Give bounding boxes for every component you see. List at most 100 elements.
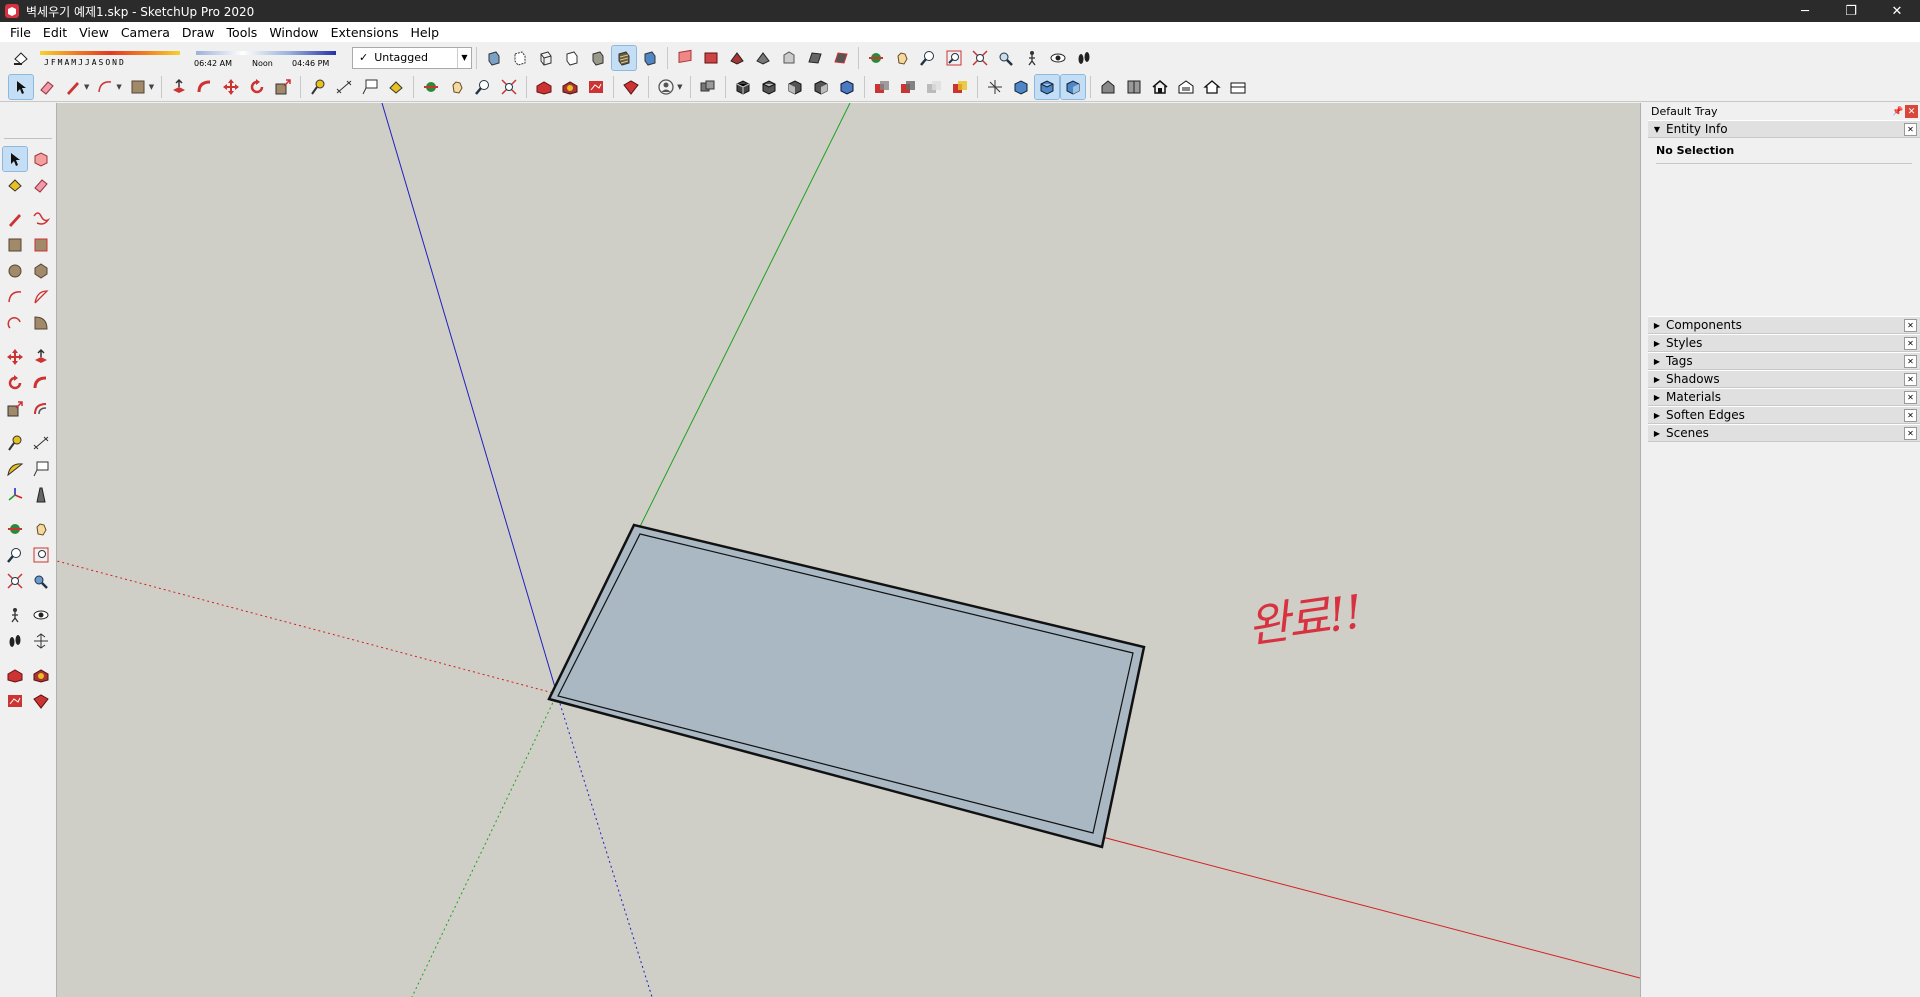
panel-entity-info[interactable]: ▼ Entity Info ✕ bbox=[1648, 120, 1920, 138]
arc-icon[interactable] bbox=[93, 75, 117, 99]
polygon-icon[interactable] bbox=[29, 259, 53, 283]
panel-materials[interactable]: ▶ Materials ✕ bbox=[1648, 388, 1920, 406]
standard-view-top-icon[interactable] bbox=[1033, 74, 1060, 100]
extension-manager-icon[interactable] bbox=[619, 75, 643, 99]
line-pencil-icon[interactable] bbox=[61, 75, 85, 99]
panel-shadows[interactable]: ▶ Shadows ✕ bbox=[1648, 370, 1920, 388]
close-icon[interactable]: ✕ bbox=[1904, 390, 1917, 404]
text-label-icon[interactable] bbox=[29, 457, 53, 481]
follow-me-icon[interactable] bbox=[29, 371, 53, 395]
pin-icon[interactable]: 📌 bbox=[1891, 107, 1905, 117]
select-arrow-icon[interactable] bbox=[8, 74, 34, 100]
pan-icon[interactable] bbox=[445, 75, 469, 99]
close-icon[interactable]: ✕ bbox=[1904, 408, 1917, 422]
extension-warehouse-icon[interactable] bbox=[29, 663, 53, 687]
orbit-icon[interactable] bbox=[864, 46, 888, 70]
orbit-icon[interactable] bbox=[419, 75, 443, 99]
panel-scenes[interactable]: ▶ Scenes ✕ bbox=[1648, 424, 1920, 442]
zoom-extents-icon[interactable] bbox=[497, 75, 521, 99]
section-fill-icon[interactable] bbox=[725, 46, 749, 70]
menu-camera[interactable]: Camera bbox=[115, 25, 176, 40]
panel-components[interactable]: ▶ Components ✕ bbox=[1648, 316, 1920, 334]
panel-styles[interactable]: ▶ Styles ✕ bbox=[1648, 334, 1920, 352]
share-model-icon[interactable] bbox=[3, 689, 27, 713]
orbit-icon[interactable] bbox=[3, 517, 27, 541]
section-cut-icon[interactable] bbox=[699, 46, 723, 70]
restore-button[interactable]: ❐ bbox=[1828, 0, 1874, 22]
chevron-down-icon[interactable]: ▼ bbox=[457, 47, 471, 68]
freehand-icon[interactable] bbox=[29, 207, 53, 231]
rotate-icon[interactable] bbox=[3, 371, 27, 395]
close-icon[interactable]: ✕ bbox=[1904, 122, 1917, 136]
tape-measure-icon[interactable] bbox=[3, 431, 27, 455]
arc-icon[interactable] bbox=[3, 285, 27, 309]
section-plane-icon[interactable] bbox=[673, 46, 697, 70]
tray-close-icon[interactable]: ✕ bbox=[1905, 105, 1918, 118]
axes-icon[interactable] bbox=[983, 75, 1007, 99]
top-view-icon[interactable] bbox=[757, 75, 781, 99]
walk-icon[interactable] bbox=[1072, 46, 1096, 70]
select-arrow-icon[interactable] bbox=[2, 146, 28, 172]
zoom-window-icon[interactable] bbox=[942, 46, 966, 70]
three-point-arc-icon[interactable] bbox=[3, 311, 27, 335]
share-model-icon[interactable] bbox=[584, 75, 608, 99]
look-around-icon[interactable] bbox=[1046, 46, 1070, 70]
previous-view-icon[interactable] bbox=[29, 569, 53, 593]
dimension-icon[interactable] bbox=[332, 75, 356, 99]
right-view-icon[interactable] bbox=[809, 75, 833, 99]
menu-file[interactable]: File bbox=[4, 25, 37, 40]
extension-warehouse-icon[interactable] bbox=[558, 75, 582, 99]
house-bottom-icon[interactable] bbox=[1226, 75, 1250, 99]
shadow-time-slider[interactable]: 06:42 AM Noon 04:46 PM bbox=[194, 45, 344, 71]
scale-icon[interactable] bbox=[271, 75, 295, 99]
text-label-icon[interactable] bbox=[358, 75, 382, 99]
section-plane-icon[interactable] bbox=[29, 629, 53, 653]
standard-view-front-icon[interactable] bbox=[1059, 74, 1086, 100]
dimension-icon[interactable] bbox=[29, 431, 53, 455]
hidden-line-icon[interactable] bbox=[560, 46, 584, 70]
make-component-icon[interactable] bbox=[29, 147, 53, 171]
push-pull-icon[interactable] bbox=[167, 75, 191, 99]
house-left-icon[interactable] bbox=[1174, 75, 1198, 99]
axes-icon[interactable] bbox=[3, 483, 27, 507]
pan-icon[interactable] bbox=[890, 46, 914, 70]
rotated-rectangle-icon[interactable] bbox=[29, 233, 53, 257]
smoove-icon[interactable] bbox=[829, 46, 853, 70]
xray-icon[interactable] bbox=[482, 46, 506, 70]
line-pencil-icon[interactable] bbox=[3, 207, 27, 231]
extension-manager-icon[interactable] bbox=[29, 689, 53, 713]
zoom-extents-icon[interactable] bbox=[3, 569, 27, 593]
back-edges-icon[interactable] bbox=[508, 46, 532, 70]
eraser-icon[interactable] bbox=[35, 75, 59, 99]
back-view-icon[interactable] bbox=[835, 75, 859, 99]
close-button[interactable]: ✕ bbox=[1874, 0, 1920, 22]
rectangle-icon[interactable] bbox=[126, 75, 150, 99]
zoom-window-icon[interactable] bbox=[29, 543, 53, 567]
follow-me-icon[interactable] bbox=[193, 75, 217, 99]
iso-view-icon[interactable] bbox=[731, 75, 755, 99]
zoom-icon[interactable] bbox=[471, 75, 495, 99]
solid-trim-icon[interactable] bbox=[922, 75, 946, 99]
scale-icon[interactable] bbox=[3, 397, 27, 421]
offset-icon[interactable] bbox=[29, 397, 53, 421]
menu-help[interactable]: Help bbox=[405, 25, 446, 40]
rectangle-icon[interactable] bbox=[3, 233, 27, 257]
house-back-icon[interactable] bbox=[1148, 75, 1172, 99]
move-icon[interactable] bbox=[219, 75, 243, 99]
close-icon[interactable]: ✕ bbox=[1904, 354, 1917, 368]
warehouse-icon[interactable] bbox=[532, 75, 556, 99]
zoom-extents-icon[interactable] bbox=[968, 46, 992, 70]
tag-select[interactable]: ✓ Untagged ▼ bbox=[352, 46, 472, 69]
protractor-icon[interactable] bbox=[3, 457, 27, 481]
menu-draw[interactable]: Draw bbox=[176, 25, 221, 40]
close-icon[interactable]: ✕ bbox=[1904, 372, 1917, 386]
wireframe-icon[interactable] bbox=[534, 46, 558, 70]
menu-extensions[interactable]: Extensions bbox=[325, 25, 405, 40]
menu-tools[interactable]: Tools bbox=[221, 25, 264, 40]
sandbox-icon[interactable] bbox=[777, 46, 801, 70]
rotate-icon[interactable] bbox=[245, 75, 269, 99]
look-around-icon[interactable] bbox=[29, 603, 53, 627]
push-pull-icon[interactable] bbox=[29, 345, 53, 369]
components-icon[interactable] bbox=[696, 75, 720, 99]
drawing-viewport[interactable]: 완료!! bbox=[57, 103, 1640, 997]
